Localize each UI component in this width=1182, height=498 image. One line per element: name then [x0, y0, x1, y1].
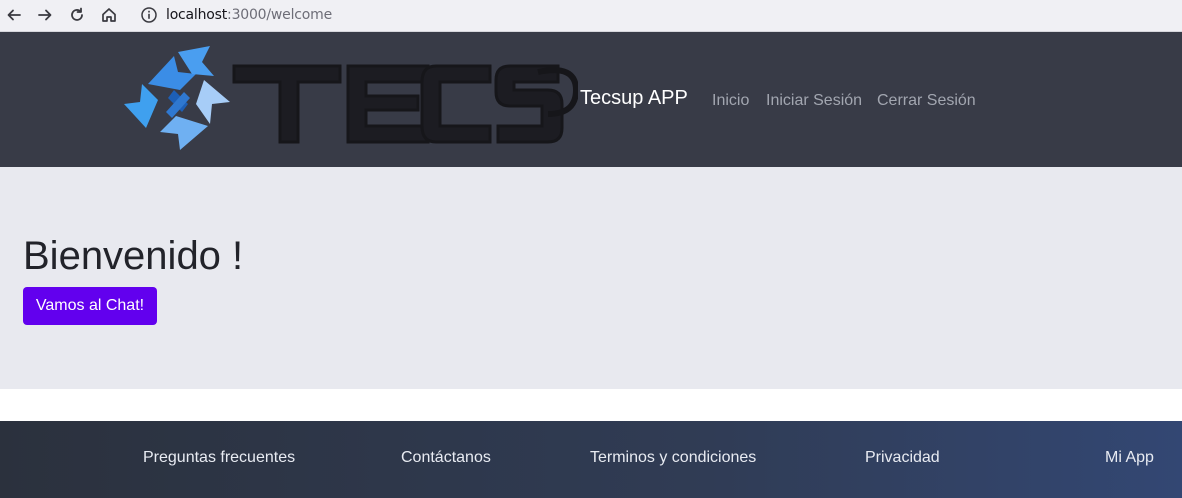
browser-toolbar: localhost:3000/welcome [0, 0, 1182, 32]
go-to-chat-button[interactable]: Vamos al Chat! [23, 287, 157, 325]
site-footer: Preguntas frecuentes Contáctanos Termino… [0, 421, 1182, 498]
logo-arrows-icon [124, 46, 230, 150]
footer-link-faq[interactable]: Preguntas frecuentes [143, 449, 295, 467]
tecsup-logo[interactable] [118, 42, 578, 157]
brand-name[interactable]: Tecsup APP [580, 87, 688, 110]
address-bar[interactable]: localhost:3000/welcome [132, 2, 1182, 28]
welcome-section: Bienvenido ! Vamos al Chat! [0, 167, 1182, 389]
back-arrow-icon[interactable] [2, 3, 26, 27]
logo-lettering [232, 64, 564, 144]
site-header: Tecsup APP Inicio Iniciar Sesión Cerrar … [0, 32, 1182, 167]
home-icon[interactable] [97, 3, 121, 27]
footer-link-privacy[interactable]: Privacidad [865, 449, 940, 467]
footer-link-terms[interactable]: Terminos y condiciones [590, 449, 756, 467]
footer-link-my-app[interactable]: Mi App [1105, 449, 1154, 467]
reload-icon[interactable] [65, 3, 89, 27]
welcome-title: Bienvenido ! [23, 234, 244, 278]
nav-link-cerrar-sesion[interactable]: Cerrar Sesión [877, 92, 976, 110]
site-info-icon[interactable] [140, 6, 158, 24]
footer-link-contact[interactable]: Contáctanos [401, 449, 491, 467]
url-path: :3000/welcome [227, 7, 332, 23]
nav-link-iniciar-sesion[interactable]: Iniciar Sesión [766, 92, 862, 110]
url-host: localhost [166, 7, 228, 23]
forward-arrow-icon[interactable] [33, 3, 57, 27]
nav-link-inicio[interactable]: Inicio [712, 92, 749, 110]
url-text[interactable]: localhost:3000/welcome [166, 7, 332, 23]
